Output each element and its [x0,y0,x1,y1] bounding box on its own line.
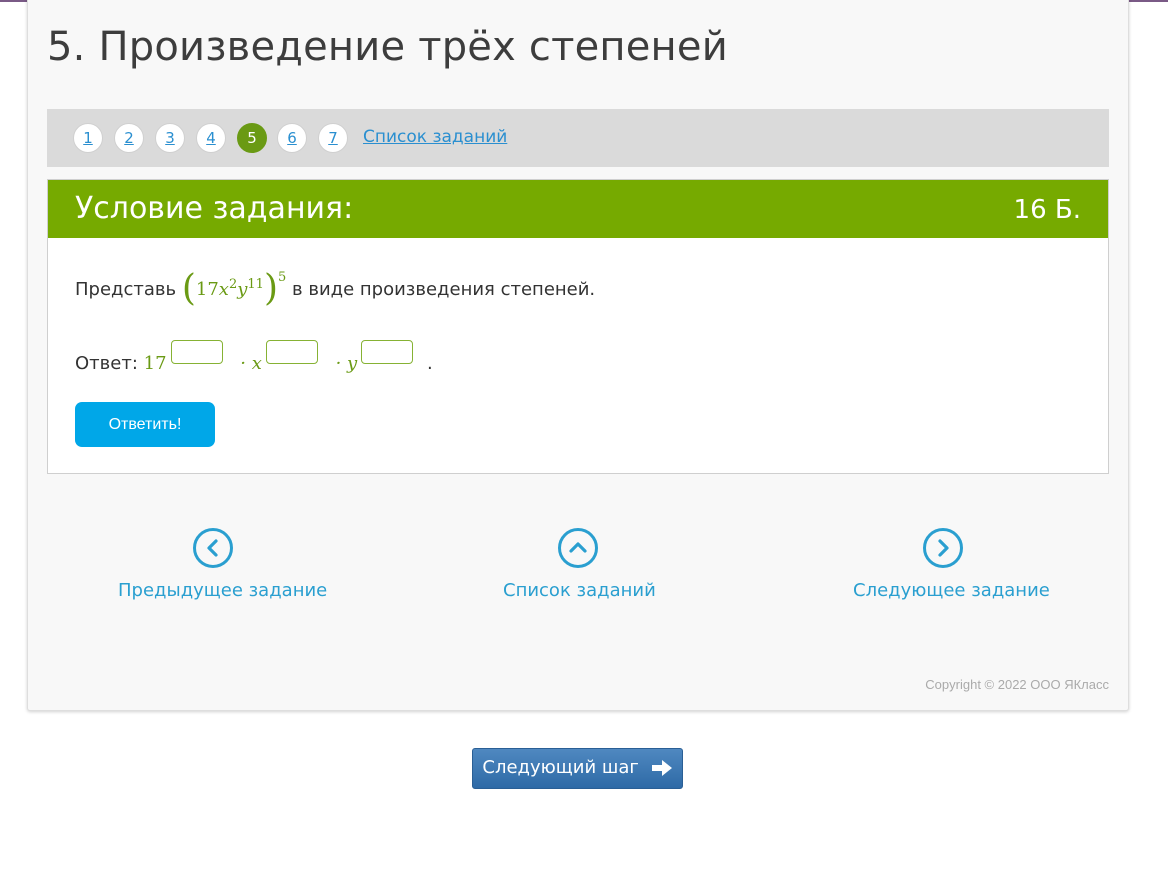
task-number-nav: 1 2 3 4 5 6 7 Список заданий [47,109,1109,167]
task-list-label: Список заданий [503,580,656,601]
next-task-label: Следующее задание [853,580,1050,601]
task-list-link[interactable]: Список заданий [363,127,507,147]
condition-header: Условие задания: 16 Б. [48,180,1108,238]
chevron-right-icon [923,528,963,568]
task-link-1[interactable]: 1 [73,123,103,153]
task-link-4[interactable]: 4 [196,123,226,153]
chevron-left-icon [193,528,233,568]
task-link-2[interactable]: 2 [114,123,144,153]
next-task-nav[interactable]: Следующее задание [853,528,1050,601]
exponent-input-1[interactable] [170,340,223,364]
answer-dot-x: · x [240,353,262,374]
exponent-input-2[interactable] [265,340,318,364]
exponent-input-3[interactable] [361,340,414,364]
expr-exp-x: 2 [228,277,238,292]
next-step-label: Следующий шаг [482,757,639,778]
expr-outer-exp: 5 [278,270,287,285]
prev-task-nav[interactable]: Предыдущее задание [118,528,328,601]
task-link-7[interactable]: 7 [318,123,348,153]
task-list-nav[interactable]: Список заданий [503,528,656,601]
condition-box: Условие задания: 16 Б. Представь (17x2y1… [47,179,1109,474]
submit-button[interactable]: Ответить! [75,402,215,447]
task-link-6[interactable]: 6 [277,123,307,153]
answer-coef: 17 [143,353,167,374]
next-step-button[interactable]: Следующий шаг [472,748,683,789]
statement-suffix: в виде произведения степеней. [292,279,596,300]
prev-task-label: Предыдущее задание [118,580,328,601]
math-expression: (17x2y11)5 [181,268,287,309]
answer-label: Ответ: [75,353,138,374]
task-link-3[interactable]: 3 [155,123,185,153]
expr-var-x: x [218,279,229,300]
answer-line: Ответ: 17 · x · y . [75,340,433,380]
points-badge: 16 Б. [1013,195,1081,225]
answer-dot-y: · y [335,353,358,374]
expr-coef: 17 [195,279,219,300]
copyright-text: Copyright © 2022 ООО ЯКласс [925,677,1109,692]
statement-prefix: Представь [75,279,177,300]
expr-exp-y: 11 [247,277,264,292]
answer-end: . [426,353,433,374]
expr-var-y: y [237,279,248,300]
page-title: 5. Произведение трёх степеней [47,24,728,70]
chevron-up-icon [558,528,598,568]
arrow-right-icon [651,760,672,776]
task-statement: Представь (17x2y11)5 в виде произведения… [75,268,595,309]
condition-title: Условие задания: [75,191,354,226]
task-link-5-active[interactable]: 5 [237,123,267,153]
